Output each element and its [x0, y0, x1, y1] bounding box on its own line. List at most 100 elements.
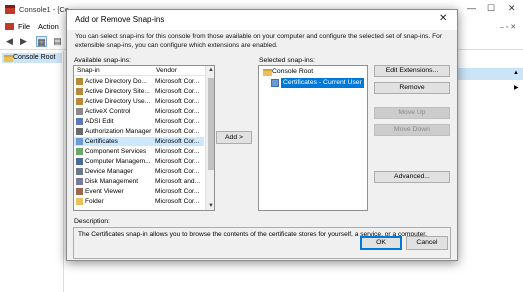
- selected-child-label: Certificates - Current User: [281, 78, 364, 88]
- event-icon: [76, 188, 83, 195]
- add-remove-snapins-dialog: Add or Remove Snap-ins ✕ You can select …: [66, 9, 458, 261]
- scroll-up-icon[interactable]: ▲: [208, 67, 214, 73]
- snapin-vendor: Microsoft Cor...: [155, 98, 200, 105]
- available-list-scrollbar[interactable]: ▲ ▼: [205, 66, 214, 210]
- console-tree-pane: Console Root: [0, 51, 64, 292]
- snapin-row[interactable]: Active Directory Use... Microsoft Cor...: [74, 97, 204, 106]
- selected-snapins-tree[interactable]: Console Root Certificates - Current User: [258, 65, 368, 211]
- scrollbar-thumb[interactable]: [208, 78, 214, 170]
- cancel-button[interactable]: Cancel: [406, 236, 448, 250]
- snapin-row[interactable]: Device Manager Microsoft Cor...: [74, 167, 204, 176]
- move-down-button[interactable]: Move Down: [374, 124, 450, 136]
- snapin-name: Active Directory Site...: [85, 88, 150, 95]
- scroll-down-icon[interactable]: ▼: [208, 203, 214, 209]
- snapin-row[interactable]: Active Directory Do... Microsoft Cor...: [74, 77, 204, 86]
- snapin-row[interactable]: Authorization Manager Microsoft Cor...: [74, 127, 204, 136]
- directory-icon: [76, 88, 83, 95]
- snapin-row[interactable]: Active Directory Site... Microsoft Cor...: [74, 87, 204, 96]
- dialog-intro-text: You can select snap-ins for this console…: [75, 33, 443, 49]
- description-label: Description:: [74, 218, 110, 225]
- available-list-header: Snap-in Vendor: [74, 66, 214, 76]
- maximize-icon[interactable]: ☐: [487, 3, 495, 14]
- device-icon: [76, 168, 83, 175]
- edit-icon: [76, 118, 83, 125]
- computer-icon: [76, 158, 83, 165]
- collapse-up-icon[interactable]: ▲: [513, 70, 519, 76]
- snapin-row[interactable]: Component Services Microsoft Cor...: [74, 147, 204, 156]
- snapin-name: Active Directory Do...: [85, 78, 147, 85]
- snapin-vendor: Microsoft Cor...: [155, 138, 200, 145]
- directory-icon: [76, 98, 83, 105]
- snapin-name: Component Services: [85, 148, 147, 155]
- edit-extensions-button[interactable]: Edit Extensions...: [374, 65, 450, 77]
- snapin-vendor: Microsoft Cor...: [155, 168, 200, 175]
- menu-action[interactable]: Action: [38, 22, 59, 31]
- snapin-vendor: Microsoft Cor...: [155, 88, 200, 95]
- snapin-name: ActiveX Control: [85, 108, 131, 115]
- snapin-name: ADSI Edit: [85, 118, 114, 125]
- console-tree-icon[interactable]: ▦: [36, 36, 47, 47]
- actions-header[interactable]: ▲: [458, 68, 523, 80]
- close-icon[interactable]: ✕: [508, 3, 516, 14]
- snapin-vendor: Microsoft Cor...: [155, 118, 200, 125]
- mmc-app-icon: [5, 5, 15, 14]
- snapin-name: Computer Managem...: [85, 158, 151, 165]
- available-snapins-list[interactable]: Snap-in Vendor Active Directory Do... Mic…: [73, 65, 215, 211]
- advanced-button[interactable]: Advanced...: [374, 171, 450, 183]
- back-arrow-icon[interactable]: ◀: [4, 36, 15, 47]
- snapin-row[interactable]: Certificates Microsoft Cor...: [74, 137, 204, 146]
- tree-item-console-root[interactable]: Console Root: [2, 53, 62, 63]
- snapin-vendor: Microsoft Cor...: [155, 198, 200, 205]
- snapin-row[interactable]: ActiveX Control Microsoft Cor...: [74, 107, 204, 116]
- snapin-name: Disk Management: [85, 178, 139, 185]
- selected-snapins-label: Selected snap-ins:: [259, 57, 315, 64]
- component-icon: [76, 148, 83, 155]
- snapin-name: Active Directory Use...: [85, 98, 151, 105]
- snapin-vendor: Microsoft and...: [155, 178, 201, 185]
- snapin-vendor: Microsoft Cor...: [155, 188, 200, 195]
- minimize-icon[interactable]: —: [467, 3, 476, 13]
- available-snapins-label: Available snap-ins:: [74, 57, 131, 64]
- snapin-name: Event Viewer: [85, 188, 124, 195]
- forward-arrow-icon[interactable]: ▶: [18, 36, 29, 47]
- certificate-icon: [271, 79, 279, 87]
- chevron-right-icon[interactable]: ▶: [514, 84, 519, 91]
- selected-tree-console-root[interactable]: Console Root: [261, 67, 313, 77]
- disk-icon: [76, 178, 83, 185]
- folder-icon: [76, 198, 83, 205]
- snapin-name: Folder: [85, 198, 104, 205]
- snapin-vendor: Microsoft Cor...: [155, 78, 200, 85]
- column-header-snapin[interactable]: Snap-in: [77, 66, 100, 76]
- snapin-name: Certificates: [85, 138, 118, 145]
- certificate-icon: [76, 138, 83, 145]
- snapin-name: Device Manager: [85, 168, 134, 175]
- add-button[interactable]: Add >: [216, 131, 252, 144]
- snapin-row[interactable]: Event Viewer Microsoft Cor...: [74, 187, 204, 196]
- ok-button[interactable]: OK: [360, 236, 402, 250]
- dialog-title: Add or Remove Snap-ins: [75, 15, 165, 24]
- mmc-title: Console1 - [Co: [19, 5, 70, 14]
- directory-icon: [76, 78, 83, 85]
- remove-button[interactable]: Remove: [374, 82, 450, 94]
- menu-file[interactable]: File: [18, 22, 30, 31]
- column-header-vendor[interactable]: Vendor: [156, 66, 177, 76]
- console-menu-icon[interactable]: [5, 23, 14, 30]
- snapin-vendor: Microsoft Cor...: [155, 128, 200, 135]
- activex-icon: [76, 108, 83, 115]
- properties-icon[interactable]: ▤: [52, 36, 63, 47]
- snapin-row[interactable]: Disk Management Microsoft and...: [74, 177, 204, 186]
- actions-pane: ▲ ▶: [458, 51, 523, 292]
- dialog-title-bar: Add or Remove Snap-ins ✕: [67, 10, 457, 30]
- child-minimize-icon[interactable]: – ▫ ✕: [500, 23, 516, 31]
- dialog-close-icon[interactable]: ✕: [439, 13, 447, 24]
- snapin-vendor: Microsoft Cor...: [155, 108, 200, 115]
- move-up-button[interactable]: Move Up: [374, 107, 450, 119]
- snapin-vendor: Microsoft Cor...: [155, 148, 200, 155]
- snapin-vendor: Microsoft Cor...: [155, 158, 200, 165]
- snapin-row[interactable]: Folder Microsoft Cor...: [74, 197, 204, 206]
- folder-icon: [263, 69, 272, 76]
- auth-icon: [76, 128, 83, 135]
- snapin-row[interactable]: ADSI Edit Microsoft Cor...: [74, 117, 204, 126]
- snapin-row[interactable]: Computer Managem... Microsoft Cor...: [74, 157, 204, 166]
- selected-root-label: Console Root: [272, 68, 314, 75]
